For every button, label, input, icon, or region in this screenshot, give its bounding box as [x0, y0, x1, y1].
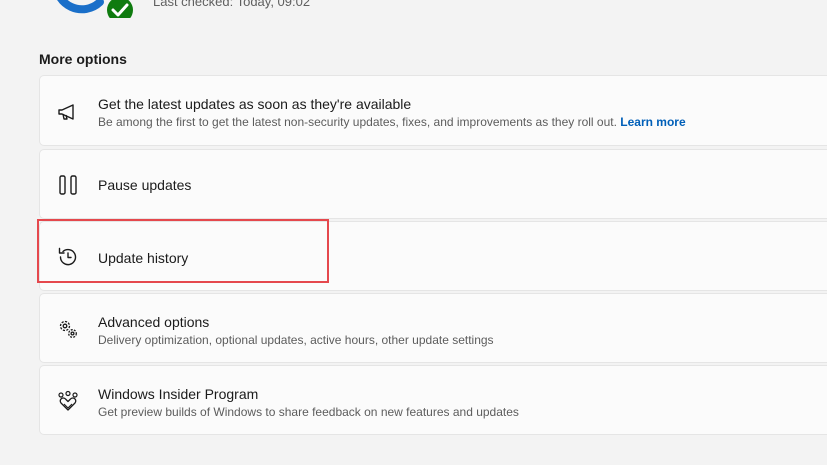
advanced-options-title: Advanced options — [98, 314, 210, 330]
pause-updates-card[interactable]: Pause updates — [39, 149, 827, 219]
advanced-options-card[interactable]: Advanced options Delivery optimization, … — [39, 293, 827, 363]
get-latest-updates-description: Be among the first to get the latest non… — [98, 115, 617, 129]
windows-insider-card[interactable]: Windows Insider Program Get preview buil… — [39, 365, 827, 435]
learn-more-link[interactable]: Learn more — [620, 115, 685, 129]
insider-hearts-icon — [58, 390, 78, 411]
pause-icon — [59, 175, 77, 195]
last-checked-text: Last checked: Today, 09:02 — [153, 0, 311, 9]
check-badge-icon — [107, 0, 133, 18]
update-history-card[interactable]: Update history — [39, 221, 827, 291]
get-latest-updates-title: Get the latest updates as soon as they'r… — [98, 96, 412, 112]
history-icon — [58, 247, 77, 266]
pause-updates-title: Pause updates — [98, 177, 192, 193]
gears-icon — [59, 320, 77, 338]
more-options-heading: More options — [39, 51, 127, 67]
windows-insider-title: Windows Insider Program — [98, 386, 259, 402]
megaphone-icon — [58, 104, 74, 120]
update-history-title: Update history — [98, 250, 189, 266]
windows-insider-description: Get preview builds of Windows to share f… — [98, 405, 519, 419]
update-status-area: Last checked: Today, 09:02 — [0, 0, 827, 20]
update-status-icon — [57, 0, 133, 18]
advanced-options-description: Delivery optimization, optional updates,… — [98, 333, 494, 347]
get-latest-updates-card[interactable]: Get the latest updates as soon as they'r… — [39, 75, 827, 146]
